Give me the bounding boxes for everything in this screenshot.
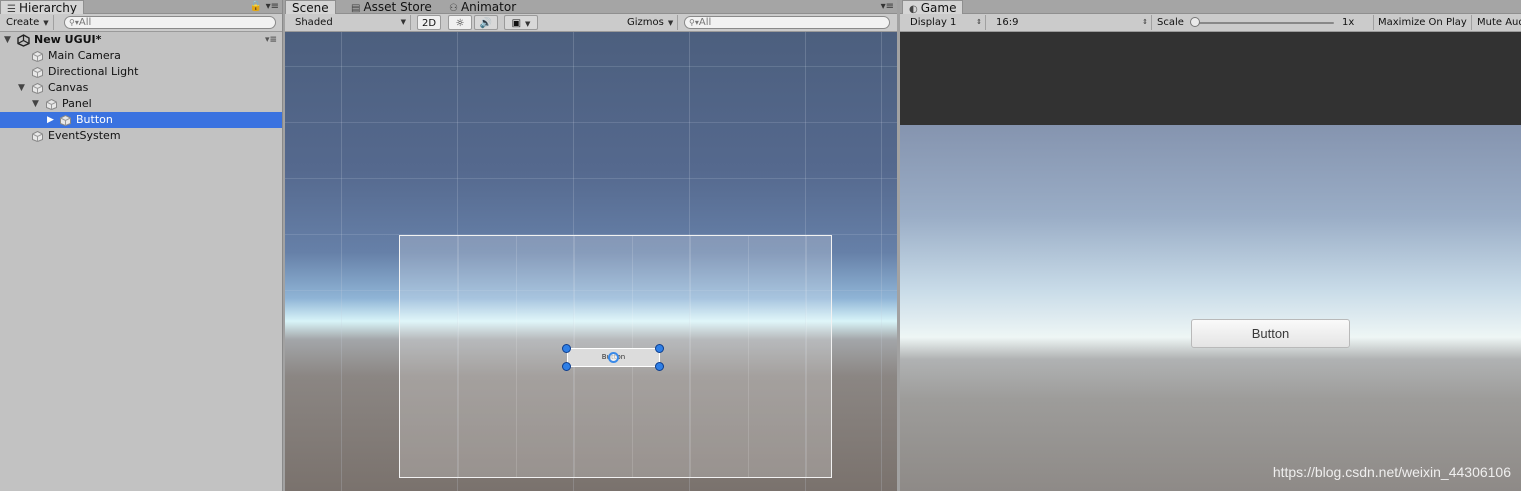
game-panel: ◐ Game Display 1 ⇕ 16:9 ⇕ Scale 1x Maximize… xyxy=(900,0,1521,491)
search-icon: ⚲▾ xyxy=(69,18,79,27)
toggle-2d-button[interactable]: 2D xyxy=(417,15,441,30)
scale-value: 1x xyxy=(1342,17,1355,28)
rect-handle-top-left[interactable] xyxy=(562,344,571,353)
rect-handle-bottom-right[interactable] xyxy=(655,362,664,371)
hierarchy-item-eventsystem[interactable]: EventSystem xyxy=(0,128,282,144)
tab-hierarchy[interactable]: ☰ Hierarchy xyxy=(0,0,84,15)
scene-viewport[interactable]: Button xyxy=(285,32,897,491)
grid-line xyxy=(458,236,459,477)
pivot-handle[interactable] xyxy=(608,352,619,363)
shading-mode-dropdown[interactable]: Shaded ▼ xyxy=(291,15,411,30)
gameobject-cube-icon xyxy=(32,67,43,78)
scale-slider-knob[interactable] xyxy=(1190,17,1200,27)
grid-line xyxy=(285,178,897,179)
scene-panel: Scene ▤ Asset Store ⚇ Animator ▾≡ Shaded ▼ … xyxy=(285,0,897,491)
sun-icon: ☼ xyxy=(455,18,465,29)
game-letterbox xyxy=(900,32,1521,125)
scene-effects-dropdown[interactable]: ▣ ▼ xyxy=(504,15,538,30)
aspect-dropdown[interactable]: 16:9 ⇕ xyxy=(992,15,1152,30)
scale-slider[interactable] xyxy=(1190,14,1340,31)
hierarchy-tree: ▼ New UGUI* ▾≡ Main Camera Directional L… xyxy=(0,32,282,144)
tab-game[interactable]: ◐ Game xyxy=(902,0,964,15)
scene-tabstrip: Scene ▤ Asset Store ⚇ Animator ▾≡ xyxy=(285,0,897,15)
image-icon: ▣ xyxy=(511,18,522,29)
scene-menu-icon[interactable]: ▾≡ xyxy=(265,32,277,48)
grid-line xyxy=(690,236,691,477)
scale-label: Scale xyxy=(1157,17,1184,28)
collapse-arrow-icon[interactable]: ▶ xyxy=(47,112,54,128)
hierarchy-item-button[interactable]: ▶ Button xyxy=(0,112,282,128)
grid-line xyxy=(341,32,342,491)
lock-icon[interactable]: 🔒 xyxy=(250,0,262,14)
display-dropdown[interactable]: Display 1 ⇕ xyxy=(906,15,986,30)
hierarchy-tabstrip: ☰ Hierarchy 🔒 ▾≡ xyxy=(0,0,282,15)
caret-down-icon: ▼ xyxy=(43,19,49,27)
tab-asset-store[interactable]: ▤ Asset Store xyxy=(345,0,438,14)
hierarchy-panel: ☰ Hierarchy 🔒 ▾≡ Create ▼ ⚲▾All ▼ New UGUI… xyxy=(0,0,283,491)
caret-down-icon: ▼ xyxy=(525,20,531,28)
hierarchy-search-input[interactable]: ⚲▾All xyxy=(64,16,276,29)
gameobject-cube-icon xyxy=(60,115,71,126)
maximize-on-play-toggle[interactable]: Maximize On Play xyxy=(1373,15,1472,30)
scene-name: New UGUI* xyxy=(34,33,102,46)
expand-arrow-icon[interactable]: ▼ xyxy=(32,96,39,112)
animator-icon: ⚇ xyxy=(449,3,458,14)
panel-menu-icon[interactable]: ▾≡ xyxy=(266,0,279,14)
grid-line xyxy=(748,236,749,477)
scale-slider-track xyxy=(1194,22,1334,24)
gizmos-dropdown[interactable]: Gizmos ▼ xyxy=(623,15,679,30)
grid-line xyxy=(516,236,517,477)
hierarchy-item-directional-light[interactable]: Directional Light xyxy=(0,64,282,80)
mute-audio-toggle[interactable]: Mute Audio xyxy=(1473,15,1521,30)
store-icon: ▤ xyxy=(351,3,361,14)
scene-search-input[interactable]: ⚲▾All xyxy=(684,16,890,29)
expand-arrow-icon[interactable]: ▼ xyxy=(18,80,25,96)
tab-animator[interactable]: ⚇ Animator xyxy=(443,0,522,14)
gameobject-cube-icon xyxy=(32,51,43,62)
create-dropdown[interactable]: Create ▼ xyxy=(2,15,54,30)
scene-audio-toggle[interactable]: 🔊 xyxy=(474,15,498,30)
game-tabstrip: ◐ Game xyxy=(900,0,1521,15)
tab-scene[interactable]: Scene xyxy=(285,0,336,15)
hierarchy-item-canvas[interactable]: ▼ Canvas xyxy=(0,80,282,96)
watermark-text: https://blog.csdn.net/weixin_44306106 xyxy=(1272,464,1511,480)
game-toolbar: Display 1 ⇕ 16:9 ⇕ Scale 1x Maximize On Pl… xyxy=(900,14,1521,32)
gameobject-cube-icon xyxy=(32,131,43,142)
gameobject-cube-icon xyxy=(46,99,57,110)
updown-caret-icon: ⇕ xyxy=(976,18,982,26)
search-icon: ⚲▾ xyxy=(689,18,699,27)
rect-handle-top-right[interactable] xyxy=(655,344,664,353)
caret-down-icon: ▼ xyxy=(400,18,406,26)
game-button[interactable]: Button xyxy=(1191,319,1350,348)
hierarchy-toolbar: Create ▼ ⚲▾All xyxy=(0,14,282,32)
scene-lighting-toggle[interactable]: ☼ xyxy=(448,15,472,30)
grid-line xyxy=(285,66,897,67)
updown-caret-icon: ⇕ xyxy=(1142,18,1148,26)
expand-arrow-icon[interactable]: ▼ xyxy=(4,32,11,48)
scene-root-row[interactable]: ▼ New UGUI* ▾≡ xyxy=(0,32,282,48)
game-viewport[interactable]: Button xyxy=(900,125,1521,491)
speaker-icon: 🔊 xyxy=(479,18,493,29)
gameobject-cube-icon xyxy=(32,83,43,94)
hierarchy-item-panel[interactable]: ▼ Panel xyxy=(0,96,282,112)
grid-line xyxy=(881,32,882,491)
panel-menu-icon[interactable]: ▾≡ xyxy=(881,0,894,14)
rect-handle-bottom-left[interactable] xyxy=(562,362,571,371)
grid-line xyxy=(806,236,807,477)
caret-down-icon: ▼ xyxy=(667,19,674,27)
hierarchy-item-main-camera[interactable]: Main Camera xyxy=(0,48,282,64)
grid-line xyxy=(285,122,897,123)
scene-toolbar: Shaded ▼ 2D ☼ 🔊 ▣ ▼ Gizmos ▼ ⚲▾All xyxy=(285,14,897,32)
